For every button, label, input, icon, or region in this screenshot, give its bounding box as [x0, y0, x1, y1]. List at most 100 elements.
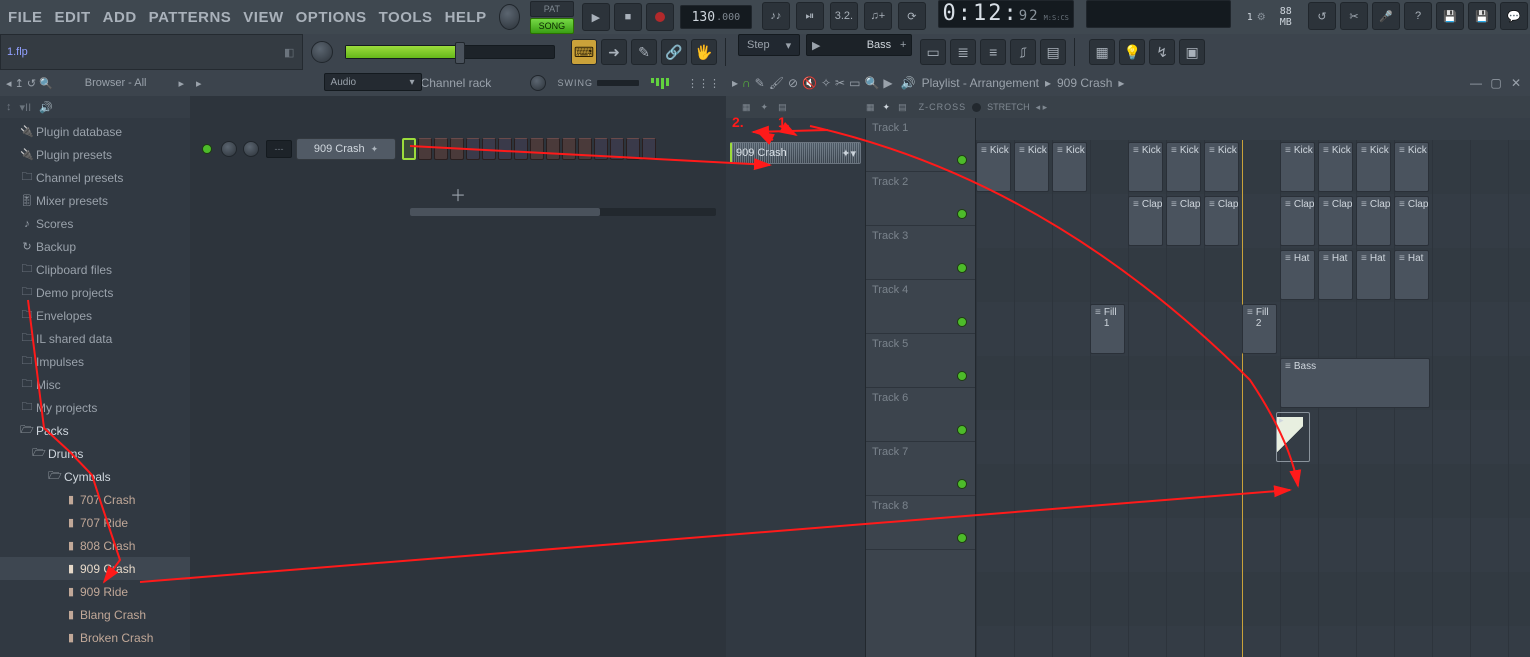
browser-back-icon[interactable]: ◂ ↥ ↺ 🔍: [6, 77, 53, 90]
picker-automation-icon[interactable]: ▤: [778, 102, 787, 113]
clip-kick[interactable]: Kick: [1280, 142, 1315, 192]
mic-button[interactable]: 🎤: [1372, 2, 1400, 30]
step-cell[interactable]: [562, 138, 576, 160]
channel-vol-knob[interactable]: [243, 141, 259, 157]
track-mute-led[interactable]: [957, 425, 967, 435]
pianoroll-window-button[interactable]: ≣: [950, 39, 976, 65]
playlist-menu-icon[interactable]: ▸: [732, 76, 738, 90]
browser-item-909-ride[interactable]: ▮909 Ride: [0, 580, 190, 603]
picker-audio-icon[interactable]: ✦: [761, 102, 769, 113]
clip-kick[interactable]: Kick: [1204, 142, 1239, 192]
step-edit-button[interactable]: ➜: [601, 39, 627, 65]
magnet-icon[interactable]: ∩: [742, 76, 751, 90]
cut-button[interactable]: ✂: [1340, 2, 1368, 30]
channel-mixer-track[interactable]: ---: [266, 140, 292, 158]
timeline-automation-icon[interactable]: ▤: [898, 102, 907, 113]
browser-item-backup[interactable]: ↻Backup: [0, 235, 190, 258]
delete-tool-icon[interactable]: ⊘: [788, 76, 798, 90]
plugin-picker-button[interactable]: ▦: [1089, 39, 1115, 65]
step-cell[interactable]: [530, 138, 544, 160]
record-button[interactable]: [646, 3, 674, 31]
clip-kick[interactable]: Kick: [1166, 142, 1201, 192]
browser-item-packs[interactable]: 🗁Packs: [0, 419, 190, 442]
add-channel-button[interactable]: ＋: [190, 182, 726, 206]
clip-clap[interactable]: Clap: [1166, 196, 1201, 246]
step-sequencer[interactable]: [402, 138, 656, 160]
step-cell[interactable]: [450, 138, 464, 160]
paint-tool-icon[interactable]: 🖌: [769, 76, 784, 90]
step-cell[interactable]: [482, 138, 496, 160]
save-button[interactable]: 💾: [1436, 2, 1464, 30]
browser-item-broken-crash[interactable]: ▮Broken Crash: [0, 626, 190, 649]
clip-kick[interactable]: Kick: [1318, 142, 1353, 192]
menu-view[interactable]: VIEW: [237, 9, 289, 26]
typing-keyboard-button[interactable]: ⌨: [571, 39, 597, 65]
step-cell[interactable]: [578, 138, 592, 160]
track-header[interactable]: Track 4: [866, 280, 975, 334]
master-volume-slider[interactable]: [345, 45, 555, 59]
pattern-selector[interactable]: ▶ Bass +: [806, 34, 912, 56]
track-header[interactable]: Track 5: [866, 334, 975, 388]
timeline-pianoroll-icon[interactable]: ▦: [866, 102, 875, 113]
browser-item-mixer-presets[interactable]: 🎚Mixer presets: [0, 189, 190, 212]
browser-expand-icon[interactable]: ▸: [178, 77, 184, 90]
step-cell[interactable]: [610, 138, 624, 160]
minimize-icon[interactable]: —: [1468, 76, 1484, 90]
slider-thumb[interactable]: [455, 42, 465, 64]
browser-item-blang-crash[interactable]: ▮Blang Crash: [0, 603, 190, 626]
browser-item-il-shared-data[interactable]: 🗀IL shared data: [0, 327, 190, 350]
step-cell[interactable]: [514, 138, 528, 160]
pattern-add-icon[interactable]: +: [895, 39, 911, 51]
track-header[interactable]: Track 8: [866, 496, 975, 550]
channel-pan-knob[interactable]: [221, 141, 237, 157]
browser-item-cymbals[interactable]: 🗁Cymbals: [0, 465, 190, 488]
browser-item-my-projects[interactable]: 🗀My projects: [0, 396, 190, 419]
browser-item-scores[interactable]: ♪Scores: [0, 212, 190, 235]
track-mute-led[interactable]: [957, 263, 967, 273]
step-cell[interactable]: [434, 138, 448, 160]
close-icon[interactable]: ✕: [1508, 76, 1524, 90]
browser-item-707-crash[interactable]: ▮707 Crash: [0, 488, 190, 511]
clip-hat[interactable]: Hat: [1280, 250, 1315, 300]
stop-button[interactable]: ■: [614, 3, 642, 31]
clip-kick[interactable]: Kick: [1128, 142, 1163, 192]
track-mute-led[interactable]: [957, 209, 967, 219]
mixer-window-button[interactable]: ⎎: [1010, 39, 1036, 65]
feedback-button[interactable]: 💬: [1500, 2, 1528, 30]
stretch-label[interactable]: STRETCH: [987, 102, 1030, 112]
step-cell[interactable]: [402, 138, 416, 160]
render-button[interactable]: 💾: [1468, 2, 1496, 30]
clip-clap[interactable]: Clap: [1394, 196, 1429, 246]
browser-item-909-crash[interactable]: ▮909 Crash: [0, 557, 190, 580]
browser-sort-icon[interactable]: ▾II: [20, 101, 32, 114]
step-cell[interactable]: [418, 138, 432, 160]
step-cell[interactable]: [594, 138, 608, 160]
picker-pianoroll-icon[interactable]: ▦: [742, 102, 751, 113]
browser-item-clipboard-files[interactable]: 🗀Clipboard files: [0, 258, 190, 281]
browser-item-plugin-database[interactable]: 🔌Plugin database: [0, 120, 190, 143]
browser-item-707-ride[interactable]: ▮707 Ride: [0, 511, 190, 534]
track-header[interactable]: Track 6: [866, 388, 975, 442]
clip-kick[interactable]: Kick: [1356, 142, 1391, 192]
clip-clap[interactable]: Clap: [1356, 196, 1391, 246]
track-mute-led[interactable]: [957, 155, 967, 165]
clip-kick[interactable]: Kick: [1394, 142, 1429, 192]
select-tool-icon[interactable]: ▭: [849, 76, 860, 90]
track-mute-led[interactable]: [957, 479, 967, 489]
clip-kick[interactable]: Kick: [1052, 142, 1087, 192]
draw-tool-icon[interactable]: ✎: [755, 76, 765, 90]
clip-hat[interactable]: Hat: [1394, 250, 1429, 300]
browser-speaker-icon[interactable]: 🔊: [39, 101, 53, 114]
timeline-audio-icon[interactable]: ✦: [883, 102, 891, 113]
menu-help[interactable]: HELP: [439, 9, 493, 26]
mute-tool-icon[interactable]: 🔇: [802, 76, 817, 90]
tempo-display[interactable]: 130.000: [680, 5, 752, 29]
playback-tool-icon[interactable]: ▶: [883, 76, 892, 90]
menu-tools[interactable]: TOOLS: [373, 9, 439, 26]
close-windows-button[interactable]: ↯: [1149, 39, 1175, 65]
track-mute-led[interactable]: [957, 317, 967, 327]
channel-rack-menu-icon[interactable]: ▸: [196, 77, 202, 90]
swing-slider[interactable]: [597, 80, 639, 86]
browser-item-plugin-presets[interactable]: 🔌Plugin presets: [0, 143, 190, 166]
main-pitch-knob[interactable]: [499, 4, 520, 30]
